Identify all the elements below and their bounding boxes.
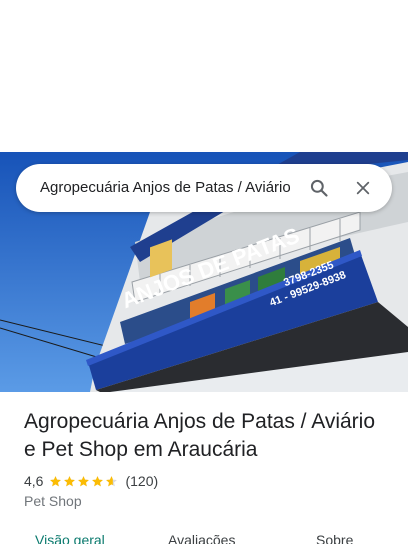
- rating-row[interactable]: 4,6 (120): [24, 472, 158, 490]
- blank-area: [0, 0, 408, 152]
- star-icon: [106, 475, 118, 486]
- review-count[interactable]: (120): [125, 473, 158, 489]
- star-icon: [50, 475, 62, 486]
- tab-reviews[interactable]: Avaliações: [168, 532, 235, 544]
- star-icon: [92, 475, 104, 486]
- close-button[interactable]: [346, 168, 380, 208]
- search-icon: [310, 179, 328, 197]
- close-icon: [356, 181, 370, 195]
- star-icon: [78, 475, 90, 486]
- place-title: Agropecuária Anjos de Patas / Aviário e …: [24, 410, 376, 461]
- star-icon: [64, 475, 76, 486]
- place-tabs: Visão geral Avaliações Sobre: [0, 528, 408, 544]
- search-button[interactable]: [302, 168, 336, 208]
- search-bar[interactable]: [16, 164, 392, 212]
- tab-about[interactable]: Sobre: [316, 532, 353, 544]
- rating-value: 4,6: [24, 473, 44, 489]
- place-category[interactable]: Pet Shop: [24, 493, 82, 509]
- search-input[interactable]: [40, 164, 290, 212]
- rating-stars: [49, 475, 119, 488]
- tab-overview[interactable]: Visão geral: [35, 532, 105, 544]
- place-info-panel: Agropecuária Anjos de Patas / Aviário e …: [0, 392, 408, 544]
